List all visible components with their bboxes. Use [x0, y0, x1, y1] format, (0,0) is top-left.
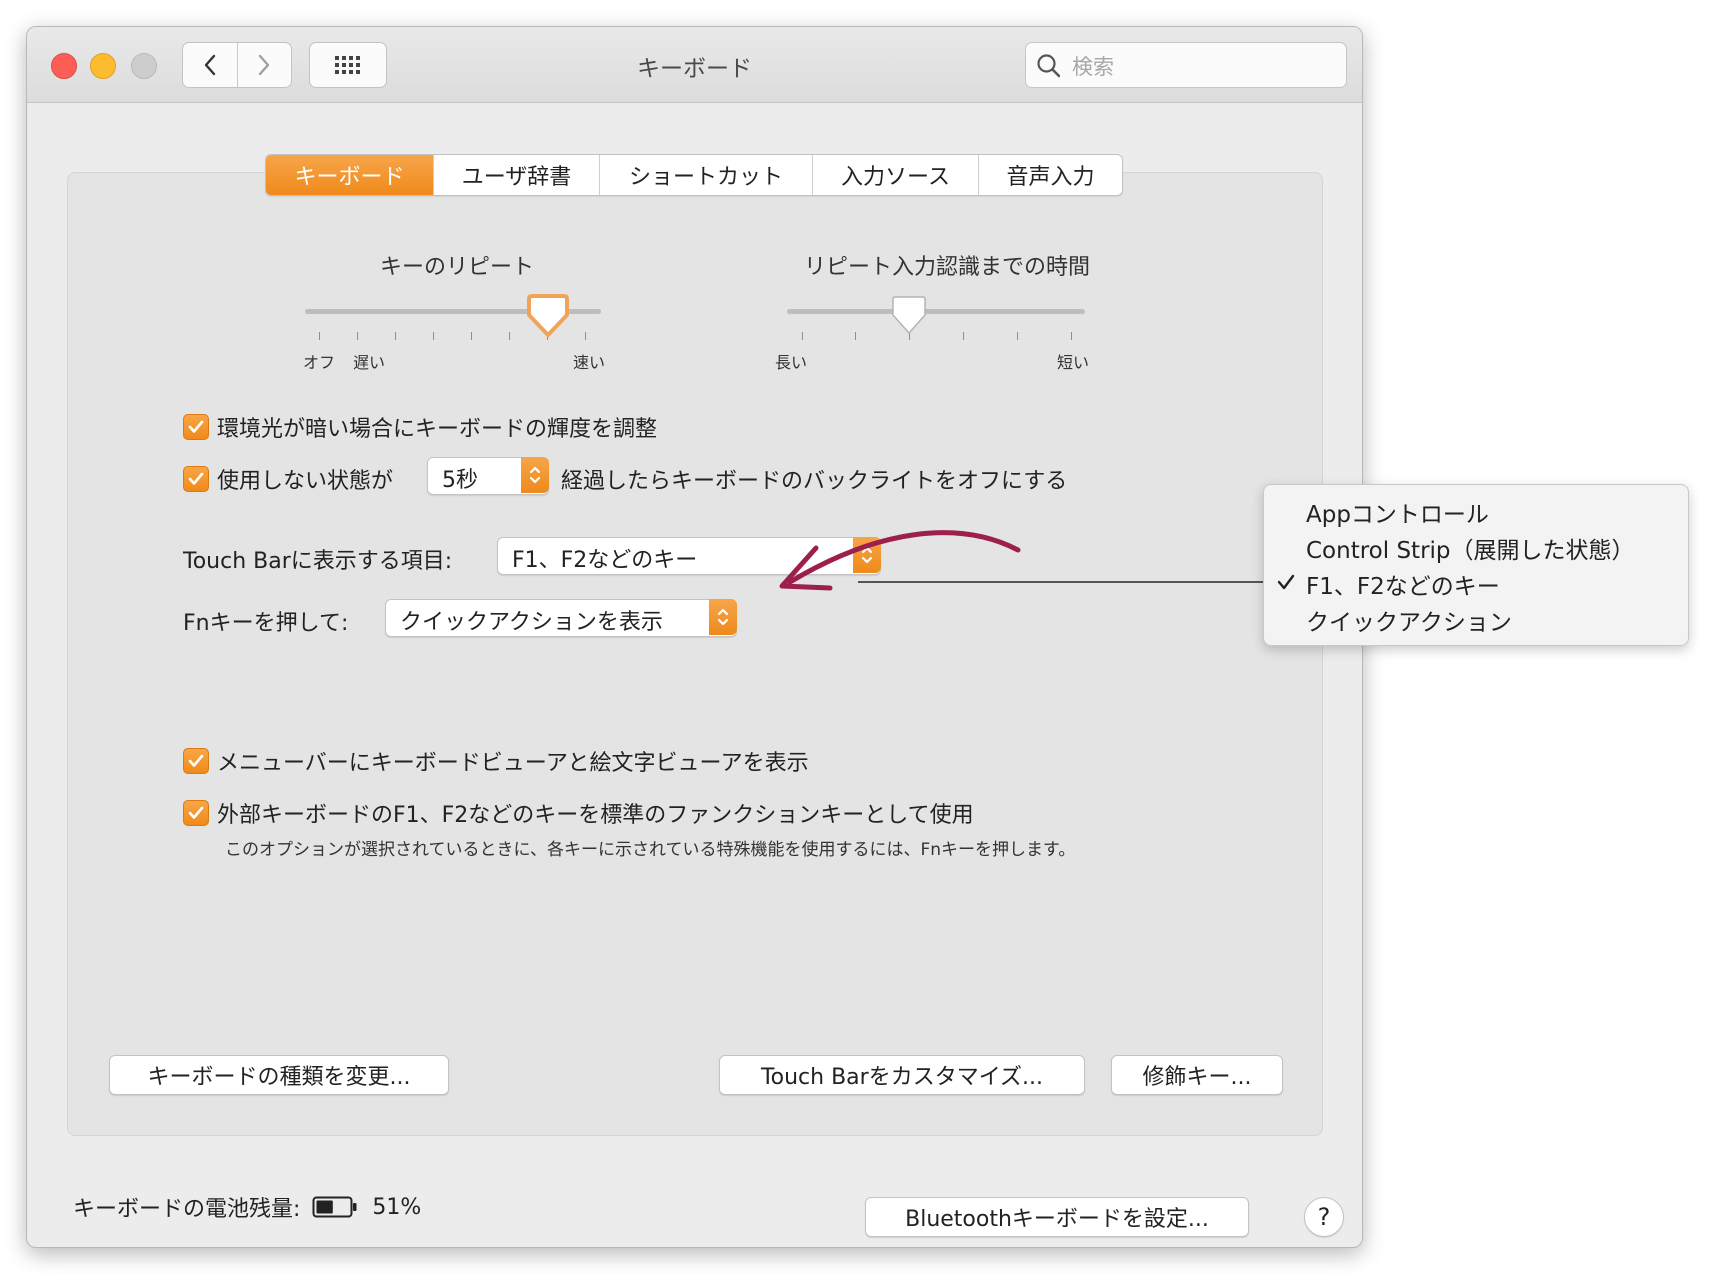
menu-item-f1-f2-keys[interactable]: F1、F2などのキー [1306, 567, 1500, 601]
checkmark-icon [1277, 574, 1295, 590]
touch-bar-menu: Appコントロール Control Strip（展開した状態） F1、F2などの… [1263, 484, 1689, 646]
menu-item-control-strip-expanded[interactable]: Control Strip（展開した状態） [1306, 531, 1635, 565]
menu-item-app-controls[interactable]: Appコントロール [1306, 495, 1489, 529]
annotation-arrow-icon [787, 530, 1021, 585]
menu-item-quick-actions[interactable]: クイックアクション [1306, 603, 1512, 637]
